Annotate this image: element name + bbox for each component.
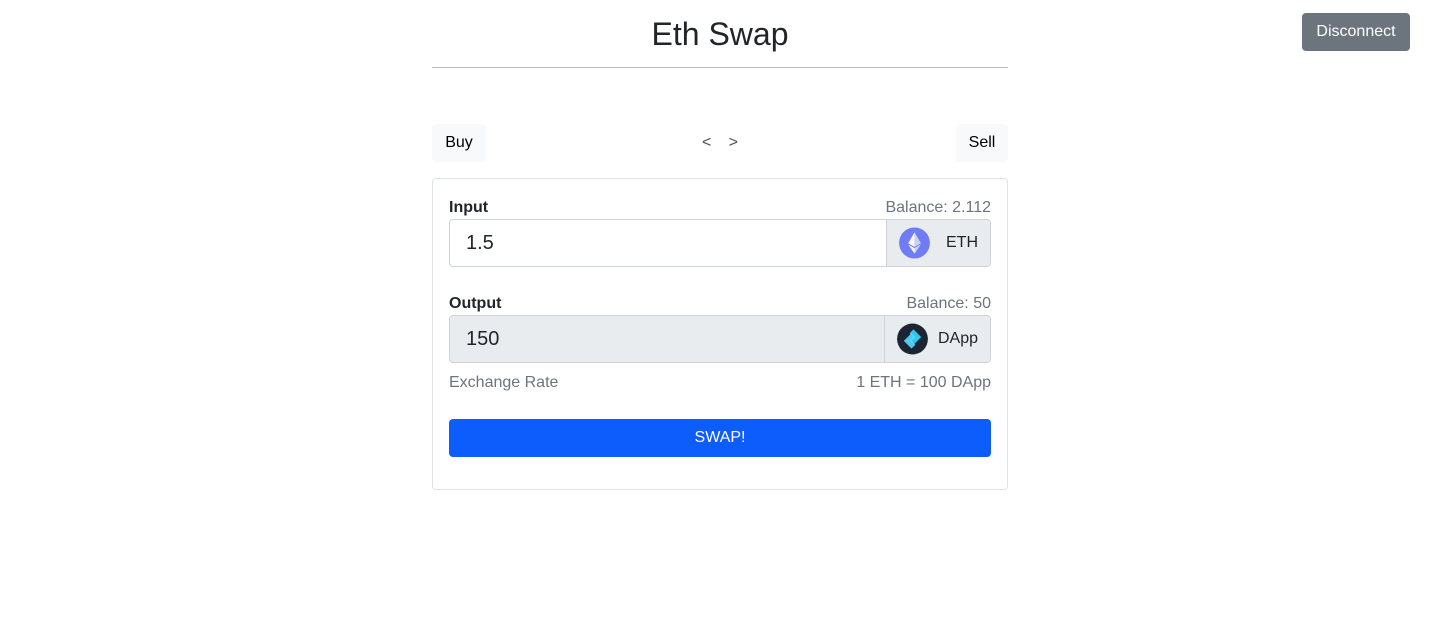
input-amount-group: ETH	[449, 219, 991, 267]
disconnect-button[interactable]: Disconnect	[1302, 13, 1410, 51]
mode-switch-arrows: < >	[702, 124, 738, 162]
next-arrow-icon[interactable]: >	[729, 124, 738, 162]
dapp-token-icon	[897, 323, 928, 355]
sell-tab-button[interactable]: Sell	[956, 124, 1008, 162]
output-amount-group: DApp	[449, 315, 991, 363]
output-token-addon: DApp	[885, 315, 991, 363]
prev-arrow-icon[interactable]: <	[702, 124, 711, 162]
page: Disconnect Eth Swap Buy < > Sell Input B…	[0, 0, 1440, 631]
swap-mode-tabs: Buy < > Sell	[432, 124, 1008, 162]
input-label: Input	[449, 199, 489, 216]
swap-button[interactable]: SWAP!	[449, 419, 991, 457]
exchange-rate-value: 1 ETH = 100 DApp	[856, 374, 991, 391]
swap-card: Input Balance: 2.112 ETH Output Balance:…	[432, 178, 1008, 490]
output-label: Output	[449, 295, 502, 312]
input-token-name: ETH	[946, 234, 978, 251]
output-amount-field	[449, 315, 885, 363]
output-label-row: Output Balance: 50	[449, 294, 991, 314]
ethereum-icon	[899, 227, 930, 259]
buy-tab-button[interactable]: Buy	[432, 124, 486, 162]
input-balance: Balance: 2.112	[885, 199, 991, 216]
page-title: Eth Swap	[651, 16, 789, 52]
input-label-row: Input Balance: 2.112	[449, 198, 991, 218]
output-balance: Balance: 50	[906, 295, 991, 312]
exchange-rate-label: Exchange Rate	[449, 374, 559, 391]
page-header: Eth Swap	[432, 0, 1008, 68]
input-token-addon: ETH	[887, 219, 991, 267]
input-amount-field[interactable]	[449, 219, 887, 267]
exchange-rate-row: Exchange Rate 1 ETH = 100 DApp	[449, 373, 991, 393]
output-token-name: DApp	[937, 330, 978, 347]
